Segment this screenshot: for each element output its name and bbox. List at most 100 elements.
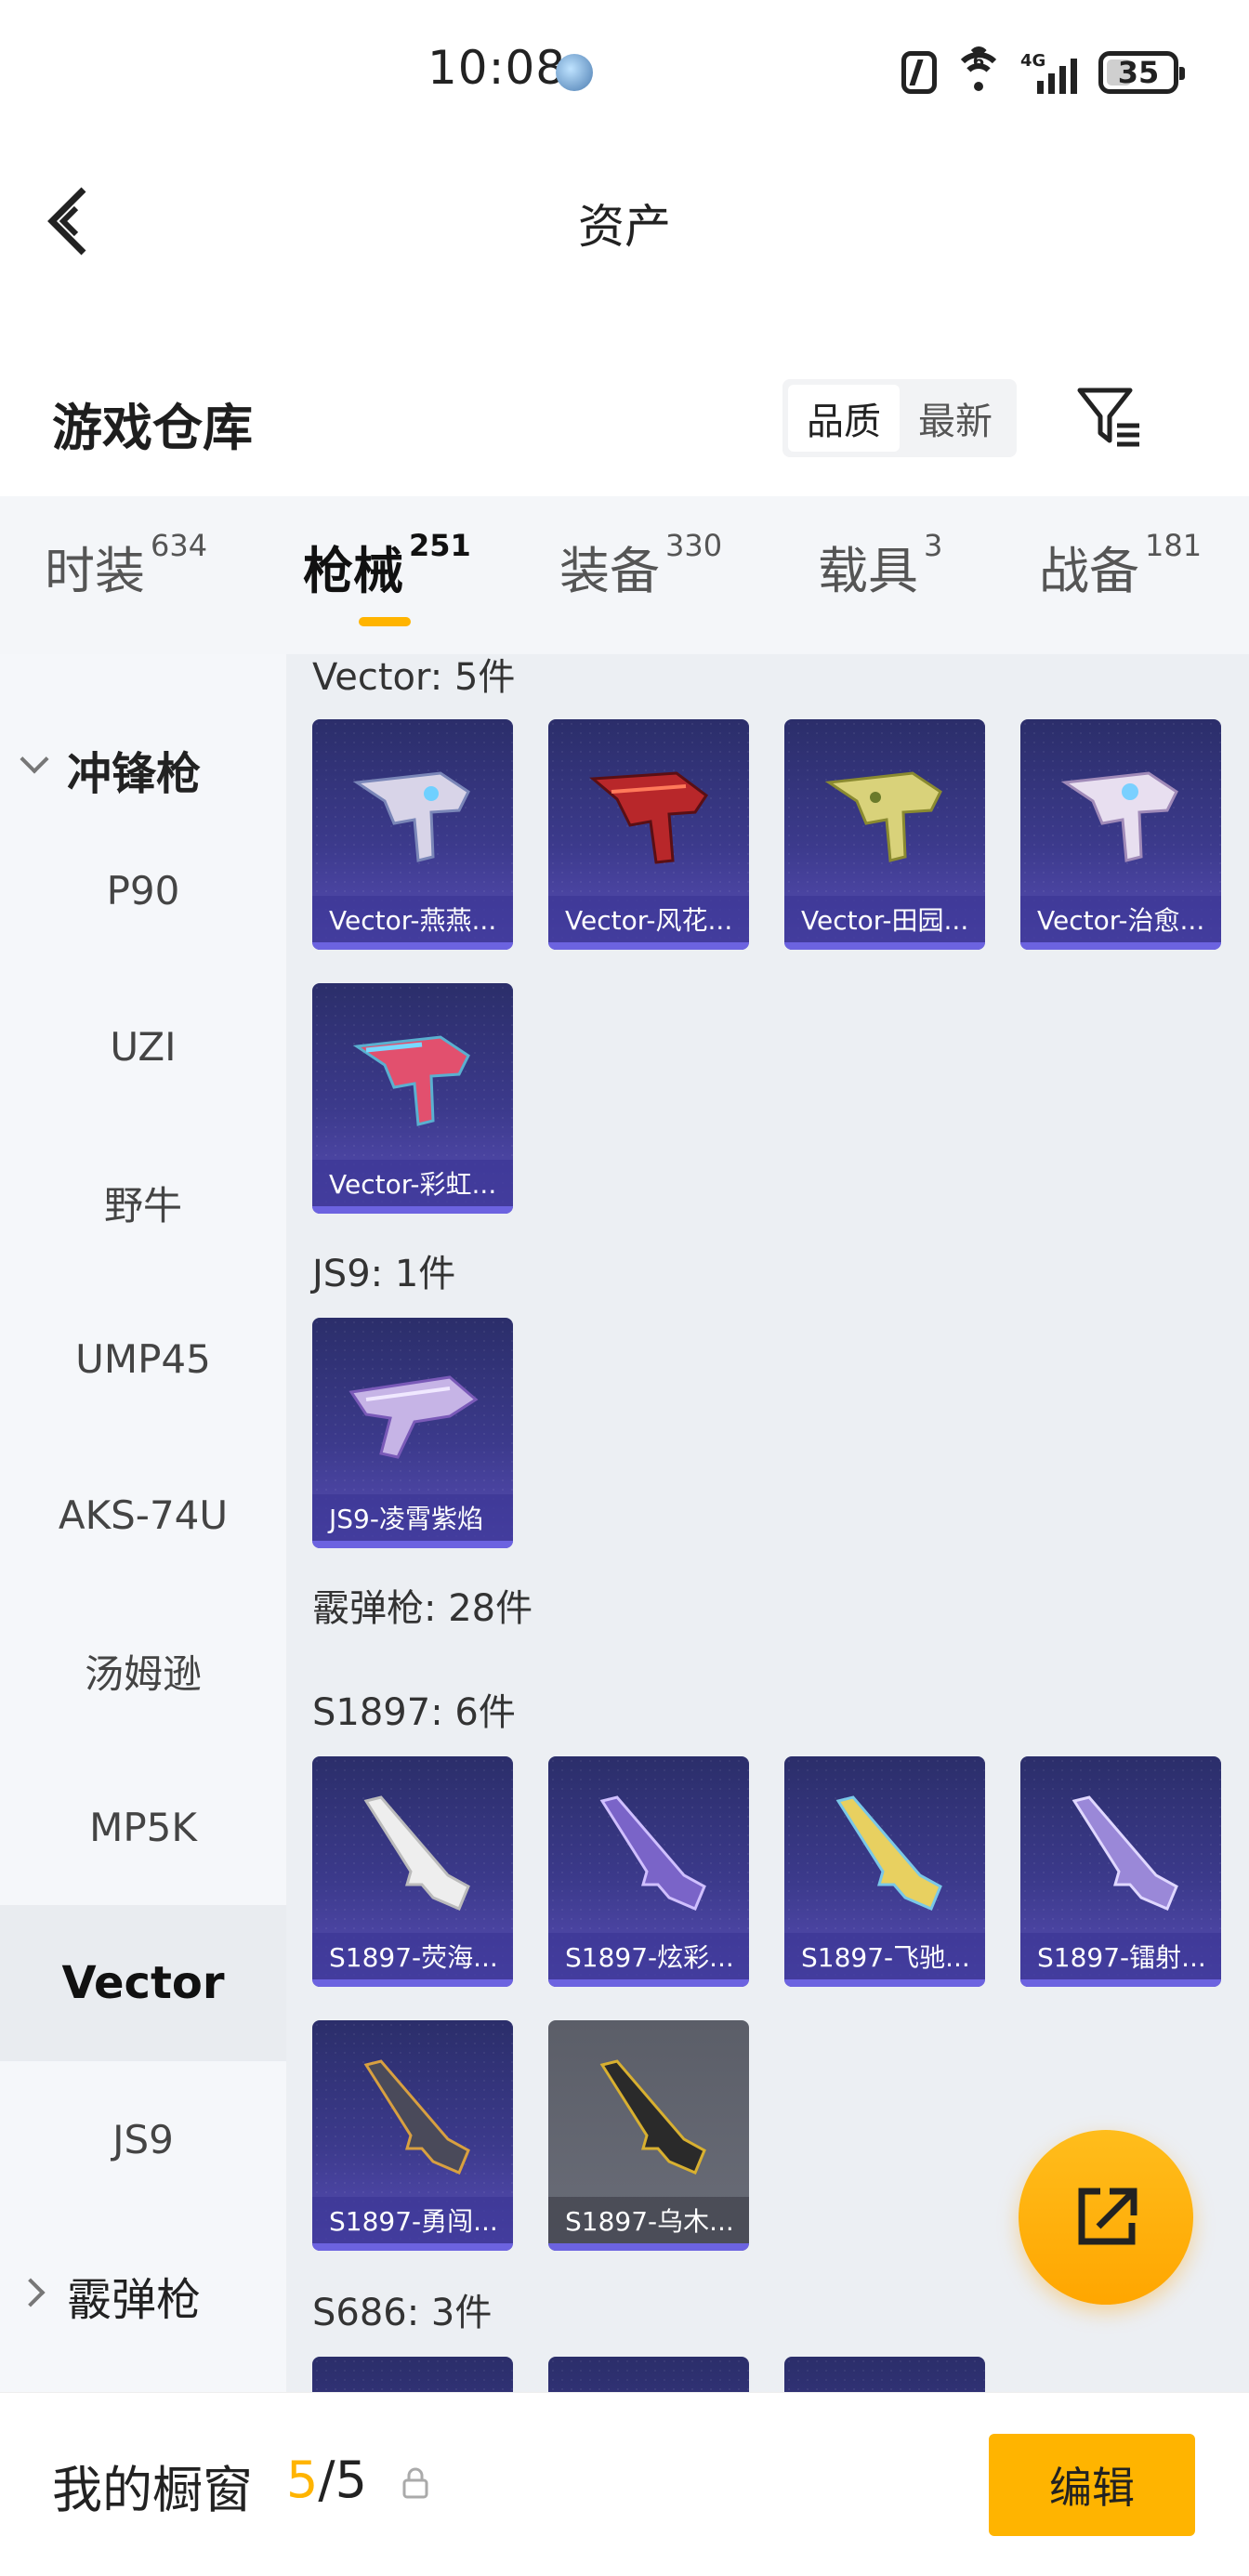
- tab-equipment[interactable]: 装备 330: [559, 528, 723, 603]
- wifi-icon: 6: [953, 46, 1004, 93]
- item-label: S1897-荧海...: [312, 1933, 513, 1979]
- status-bar: 10:08 6 4G 35: [0, 0, 1249, 139]
- item-label: S1897-勇闯...: [312, 2197, 513, 2243]
- item-card[interactable]: Vector-风花...: [548, 719, 749, 950]
- sidebar-item-bizon[interactable]: 野牛: [0, 1124, 286, 1281]
- sidebar-item-ump45[interactable]: UMP45: [0, 1281, 286, 1437]
- showcase-bar: 我的橱窗 5/5 编辑: [0, 2392, 1249, 2576]
- group-label: JS9: 1件: [312, 1253, 456, 1295]
- group-label: S1897: 6件: [312, 1691, 516, 1734]
- smg-skin-icon: [352, 1035, 470, 1126]
- shotgun-skin-icon: [835, 1795, 942, 1911]
- showcase-title: 我的橱窗: [52, 2461, 253, 2519]
- sidebar-item-thompson[interactable]: 汤姆逊: [0, 1593, 286, 1749]
- sort-toggle: 品质 最新: [782, 379, 1017, 457]
- active-tab-indicator: [359, 617, 411, 626]
- smg-skin-icon: [1060, 771, 1178, 862]
- item-label: JS9-凌霄紫焰: [312, 1494, 513, 1541]
- item-card[interactable]: S1897-飞驰...: [784, 1756, 985, 1987]
- tab-guns[interactable]: 枪械 251: [303, 528, 471, 603]
- share-button[interactable]: [1019, 2130, 1193, 2305]
- tab-count: 634: [151, 528, 208, 563]
- battery-icon: 35: [1098, 51, 1185, 94]
- status-time: 10:08: [427, 41, 567, 95]
- tab-gear[interactable]: 战备 181: [1039, 528, 1203, 603]
- item-card[interactable]: Vector-燕燕...: [312, 719, 513, 950]
- item-card[interactable]: [548, 2357, 749, 2392]
- tab-label: 战备: [1039, 542, 1139, 600]
- item-card[interactable]: S1897-荧海...: [312, 1756, 513, 1987]
- shotgun-skin-icon: [363, 2059, 470, 2175]
- sidebar-group-shotgun[interactable]: 霰弹枪: [0, 2217, 286, 2373]
- battery-level: 35: [1117, 55, 1160, 90]
- shotgun-skin-icon: [599, 2059, 706, 2175]
- tab-label: 载具: [818, 542, 918, 600]
- sidebar-item-p90[interactable]: P90: [0, 812, 286, 968]
- tab-count: 330: [665, 528, 723, 563]
- tab-label: 装备: [559, 542, 660, 600]
- showcase-total: 5: [335, 2451, 367, 2509]
- edit-button[interactable]: 编辑: [989, 2434, 1195, 2536]
- cellular-signal-icon: 4G: [1020, 51, 1082, 94]
- warehouse-title: 游戏仓库: [52, 399, 253, 457]
- chevron-right-icon: [16, 2278, 46, 2307]
- tab-count: 181: [1145, 528, 1203, 563]
- group-label: 霰弹枪: 28件: [312, 1587, 533, 1630]
- tab-label: 时装: [45, 542, 145, 600]
- smg-skin-icon: [589, 771, 709, 864]
- shotgun-skin-icon: [363, 1795, 470, 1911]
- sidebar-item-uzi[interactable]: UZI: [0, 968, 286, 1124]
- shotgun-skin-icon: [1072, 1795, 1178, 1911]
- status-icons: 6 4G 35: [901, 46, 1185, 99]
- showcase-used: 5: [286, 2451, 319, 2509]
- showcase-count: 5/5: [286, 2451, 367, 2509]
- item-label: S1897-镭射...: [1020, 1933, 1221, 1979]
- shotgun-skin-icon: [599, 1795, 706, 1911]
- tab-count: 251: [409, 528, 471, 563]
- item-label: Vector-田园...: [784, 896, 985, 942]
- item-card[interactable]: Vector-治愈...: [1020, 719, 1221, 950]
- notification-avatar-icon: [556, 54, 593, 91]
- weapon-type-sidebar: 冲锋枪 P90 UZI 野牛 UMP45 AKS-74U 汤姆逊 MP5K Ve…: [0, 654, 286, 2392]
- showcase-separator: /: [318, 2451, 335, 2509]
- item-card[interactable]: S1897-镭射...: [1020, 1756, 1221, 1987]
- sidebar-group-label: 霰弹枪: [67, 2274, 202, 2326]
- item-card[interactable]: Vector-田园...: [784, 719, 985, 950]
- tab-label: 枪械: [303, 542, 403, 600]
- item-label: S1897-飞驰...: [784, 1933, 985, 1979]
- item-card[interactable]: S1897-乌木...: [548, 2020, 749, 2251]
- item-card[interactable]: S1897-炫彩...: [548, 1756, 749, 1987]
- filter-icon[interactable]: [1076, 385, 1143, 448]
- group-label: Vector: 5件: [312, 656, 516, 699]
- chevron-down-icon: [20, 744, 49, 774]
- item-label: Vector-燕燕...: [312, 896, 513, 942]
- sort-quality-button[interactable]: 品质: [788, 385, 900, 452]
- smg-skin-icon: [352, 771, 470, 862]
- group-label: S686: 3件: [312, 2292, 493, 2334]
- item-card[interactable]: Vector-彩虹...: [312, 983, 513, 1214]
- share-external-icon: [1078, 2188, 1137, 2245]
- sidebar-item-mp5k[interactable]: MP5K: [0, 1749, 286, 1905]
- sort-newest-button[interactable]: 最新: [900, 385, 1011, 452]
- item-card[interactable]: S1897-勇闯...: [312, 2020, 513, 2251]
- item-card[interactable]: JS9-凌霄紫焰: [312, 1318, 513, 1548]
- sidebar-item-vector[interactable]: Vector: [0, 1905, 286, 2061]
- page-title: 资产: [578, 200, 671, 254]
- tab-count: 3: [924, 528, 943, 563]
- item-label: S1897-乌木...: [548, 2197, 749, 2243]
- smg-skin-icon: [824, 771, 942, 862]
- item-card[interactable]: [784, 2357, 985, 2392]
- category-tabs: 时装 634 枪械 251 装备 330 载具 3 战备 181: [0, 496, 1249, 654]
- sidebar-item-js9[interactable]: JS9: [0, 2061, 286, 2217]
- tab-vehicles[interactable]: 载具 3: [818, 528, 943, 603]
- item-label: Vector-治愈...: [1020, 896, 1221, 942]
- app-root: 10:08 6 4G 35 资产 游戏仓库 品质 最新 时装 634 枪械 25…: [0, 0, 1249, 2576]
- sidebar-group-label: 冲锋枪: [67, 748, 202, 800]
- item-label: Vector-彩虹...: [312, 1160, 513, 1206]
- nfc-icon: [901, 51, 937, 94]
- sidebar-item-aks74u[interactable]: AKS-74U: [0, 1437, 286, 1593]
- item-card[interactable]: [312, 2357, 513, 2392]
- lock-icon: [402, 2467, 428, 2499]
- tab-fashion[interactable]: 时装 634: [45, 528, 208, 603]
- smg-skin-icon: [348, 1375, 479, 1459]
